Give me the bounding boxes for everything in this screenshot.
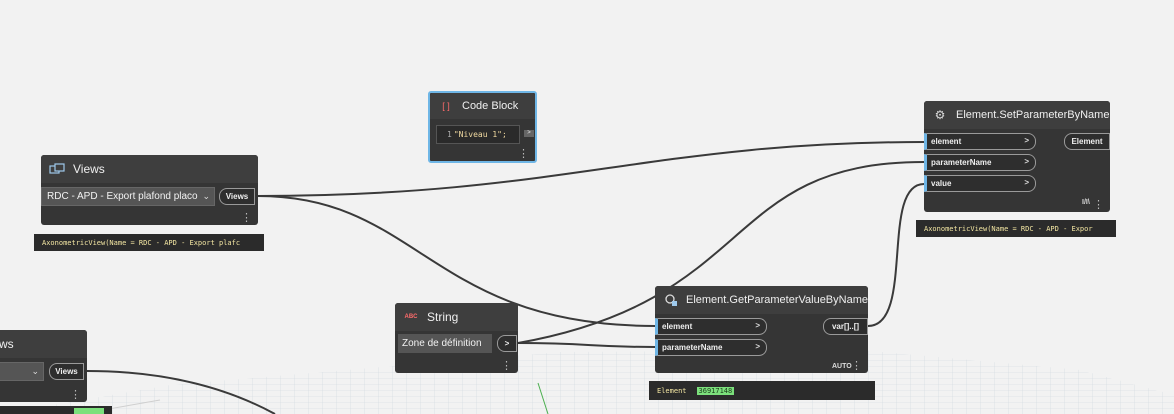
views-dropdown[interactable]: RDC - APD - Export plafond placo ⌄	[41, 187, 215, 206]
node-menu-icon[interactable]: ⋮	[501, 361, 512, 372]
node-title: Element.GetParameterValueByName	[686, 294, 868, 306]
string-icon: ABC	[404, 314, 418, 320]
node-menu-icon[interactable]: ⋮	[70, 390, 81, 401]
node-title: Code Block	[462, 100, 519, 112]
wire-views-to-set-element[interactable]	[257, 141, 925, 197]
node-menu-icon[interactable]: ⋮	[241, 213, 252, 224]
port-arrow-icon: >	[755, 342, 760, 351]
string-node[interactable]: ABC String Zone de définition > ⋮	[395, 303, 518, 373]
string-header[interactable]: ABC String	[395, 303, 518, 331]
set-input-value[interactable]: value >	[924, 175, 1036, 192]
wire-string-to-get-parametername[interactable]	[517, 342, 656, 348]
port-label: element	[931, 137, 962, 146]
views-partial-dropdown[interactable]: ⌄	[0, 362, 44, 381]
port-label: parameterName	[931, 158, 992, 167]
get-parameter-node[interactable]: Element.GetParameterValueByName element …	[655, 286, 868, 373]
code-editor[interactable]: 1 "Niveau 1";	[436, 125, 520, 144]
string-output-port[interactable]: >	[497, 335, 517, 352]
port-label: element	[662, 322, 693, 331]
get-parameter-icon	[663, 293, 678, 307]
code-block-header[interactable]: [ ] Code Block	[430, 93, 535, 119]
port-label: value	[931, 179, 952, 188]
get-input-element[interactable]: element >	[655, 318, 767, 335]
get-parameter-header[interactable]: Element.GetParameterValueByName	[655, 286, 868, 314]
node-menu-icon[interactable]: ⋮	[1093, 200, 1104, 211]
port-arrow-icon: >	[1024, 136, 1029, 145]
node-title: ws	[0, 337, 14, 351]
views-output-port[interactable]: Views	[219, 188, 255, 205]
chevron-down-icon[interactable]: ⌄	[31, 366, 39, 377]
set-input-element[interactable]: element >	[924, 133, 1036, 150]
port-arrow-icon: >	[1024, 157, 1029, 166]
port-arrow-icon: >	[755, 321, 760, 330]
chevron-down-icon[interactable]: ⌄	[202, 191, 210, 202]
views-header[interactable]: Views	[41, 155, 258, 183]
preview-label: Element	[657, 386, 687, 395]
set-parameter-node[interactable]: ⚙ Element.SetParameterByName element > p…	[924, 101, 1110, 212]
dropdown-selected: RDC - APD - Export plafond placo	[47, 191, 198, 202]
get-parameter-preview: Element 36917148	[649, 381, 875, 400]
views-node-partial[interactable]: ws ⌄ Views ⋮	[0, 330, 87, 402]
wire-get-output-to-set-value[interactable]	[867, 183, 925, 327]
graph-canvas[interactable]: [ ] Code Block 1 "Niveau 1"; > ⋮ Views R…	[0, 0, 1174, 414]
views-partial-output-port[interactable]: Views	[49, 363, 84, 380]
get-output-var[interactable]: var[]..[]	[823, 318, 868, 335]
preview-text: AxonometricView(Name = RDC - APD - Expor	[924, 224, 1093, 233]
node-menu-icon[interactable]: ⋮	[518, 149, 529, 160]
node-title: String	[427, 310, 459, 324]
port-arrow-icon: >	[1024, 178, 1029, 187]
code-block-node[interactable]: [ ] Code Block 1 "Niveau 1"; > ⋮	[428, 91, 537, 163]
views-preview: AxonometricView(Name = RDC - APD - Expor…	[34, 234, 264, 251]
string-input-field[interactable]: Zone de définition	[398, 334, 492, 353]
set-parameter-preview: AxonometricView(Name = RDC - APD - Expor	[916, 220, 1116, 237]
string-value: Zone de définition	[402, 338, 482, 349]
preview-value: 36917148	[696, 386, 735, 395]
node-title: Element.SetParameterByName	[956, 109, 1110, 121]
set-output-element[interactable]: Element	[1064, 133, 1110, 150]
code-text[interactable]: "Niveau 1";	[454, 130, 507, 139]
wire-views-partial-output[interactable]	[86, 370, 276, 414]
views-partial-header[interactable]: ws	[0, 330, 87, 358]
preview-value-chip	[74, 408, 104, 414]
gear-icon: ⚙	[934, 108, 946, 122]
get-input-parametername[interactable]: parameterName >	[655, 339, 767, 356]
set-parameter-header[interactable]: ⚙ Element.SetParameterByName	[924, 101, 1110, 129]
port-label: parameterName	[662, 343, 723, 352]
code-block-icon: [ ]	[442, 101, 450, 111]
lacing-indicator[interactable]: AUTO	[832, 363, 852, 370]
set-input-parametername[interactable]: parameterName >	[924, 154, 1036, 171]
views-partial-preview	[0, 406, 112, 414]
node-menu-icon[interactable]: ⋮	[851, 361, 862, 372]
lacing-indicator[interactable]: I/I\	[1082, 199, 1090, 206]
code-block-output-port[interactable]: >	[524, 130, 534, 137]
preview-text: AxonometricView(Name = RDC - APD - Expor…	[42, 238, 241, 247]
views-node[interactable]: Views RDC - APD - Export plafond placo ⌄…	[41, 155, 258, 225]
line-number: 1	[447, 130, 452, 139]
views-icon	[49, 162, 65, 176]
node-title: Views	[73, 162, 105, 176]
